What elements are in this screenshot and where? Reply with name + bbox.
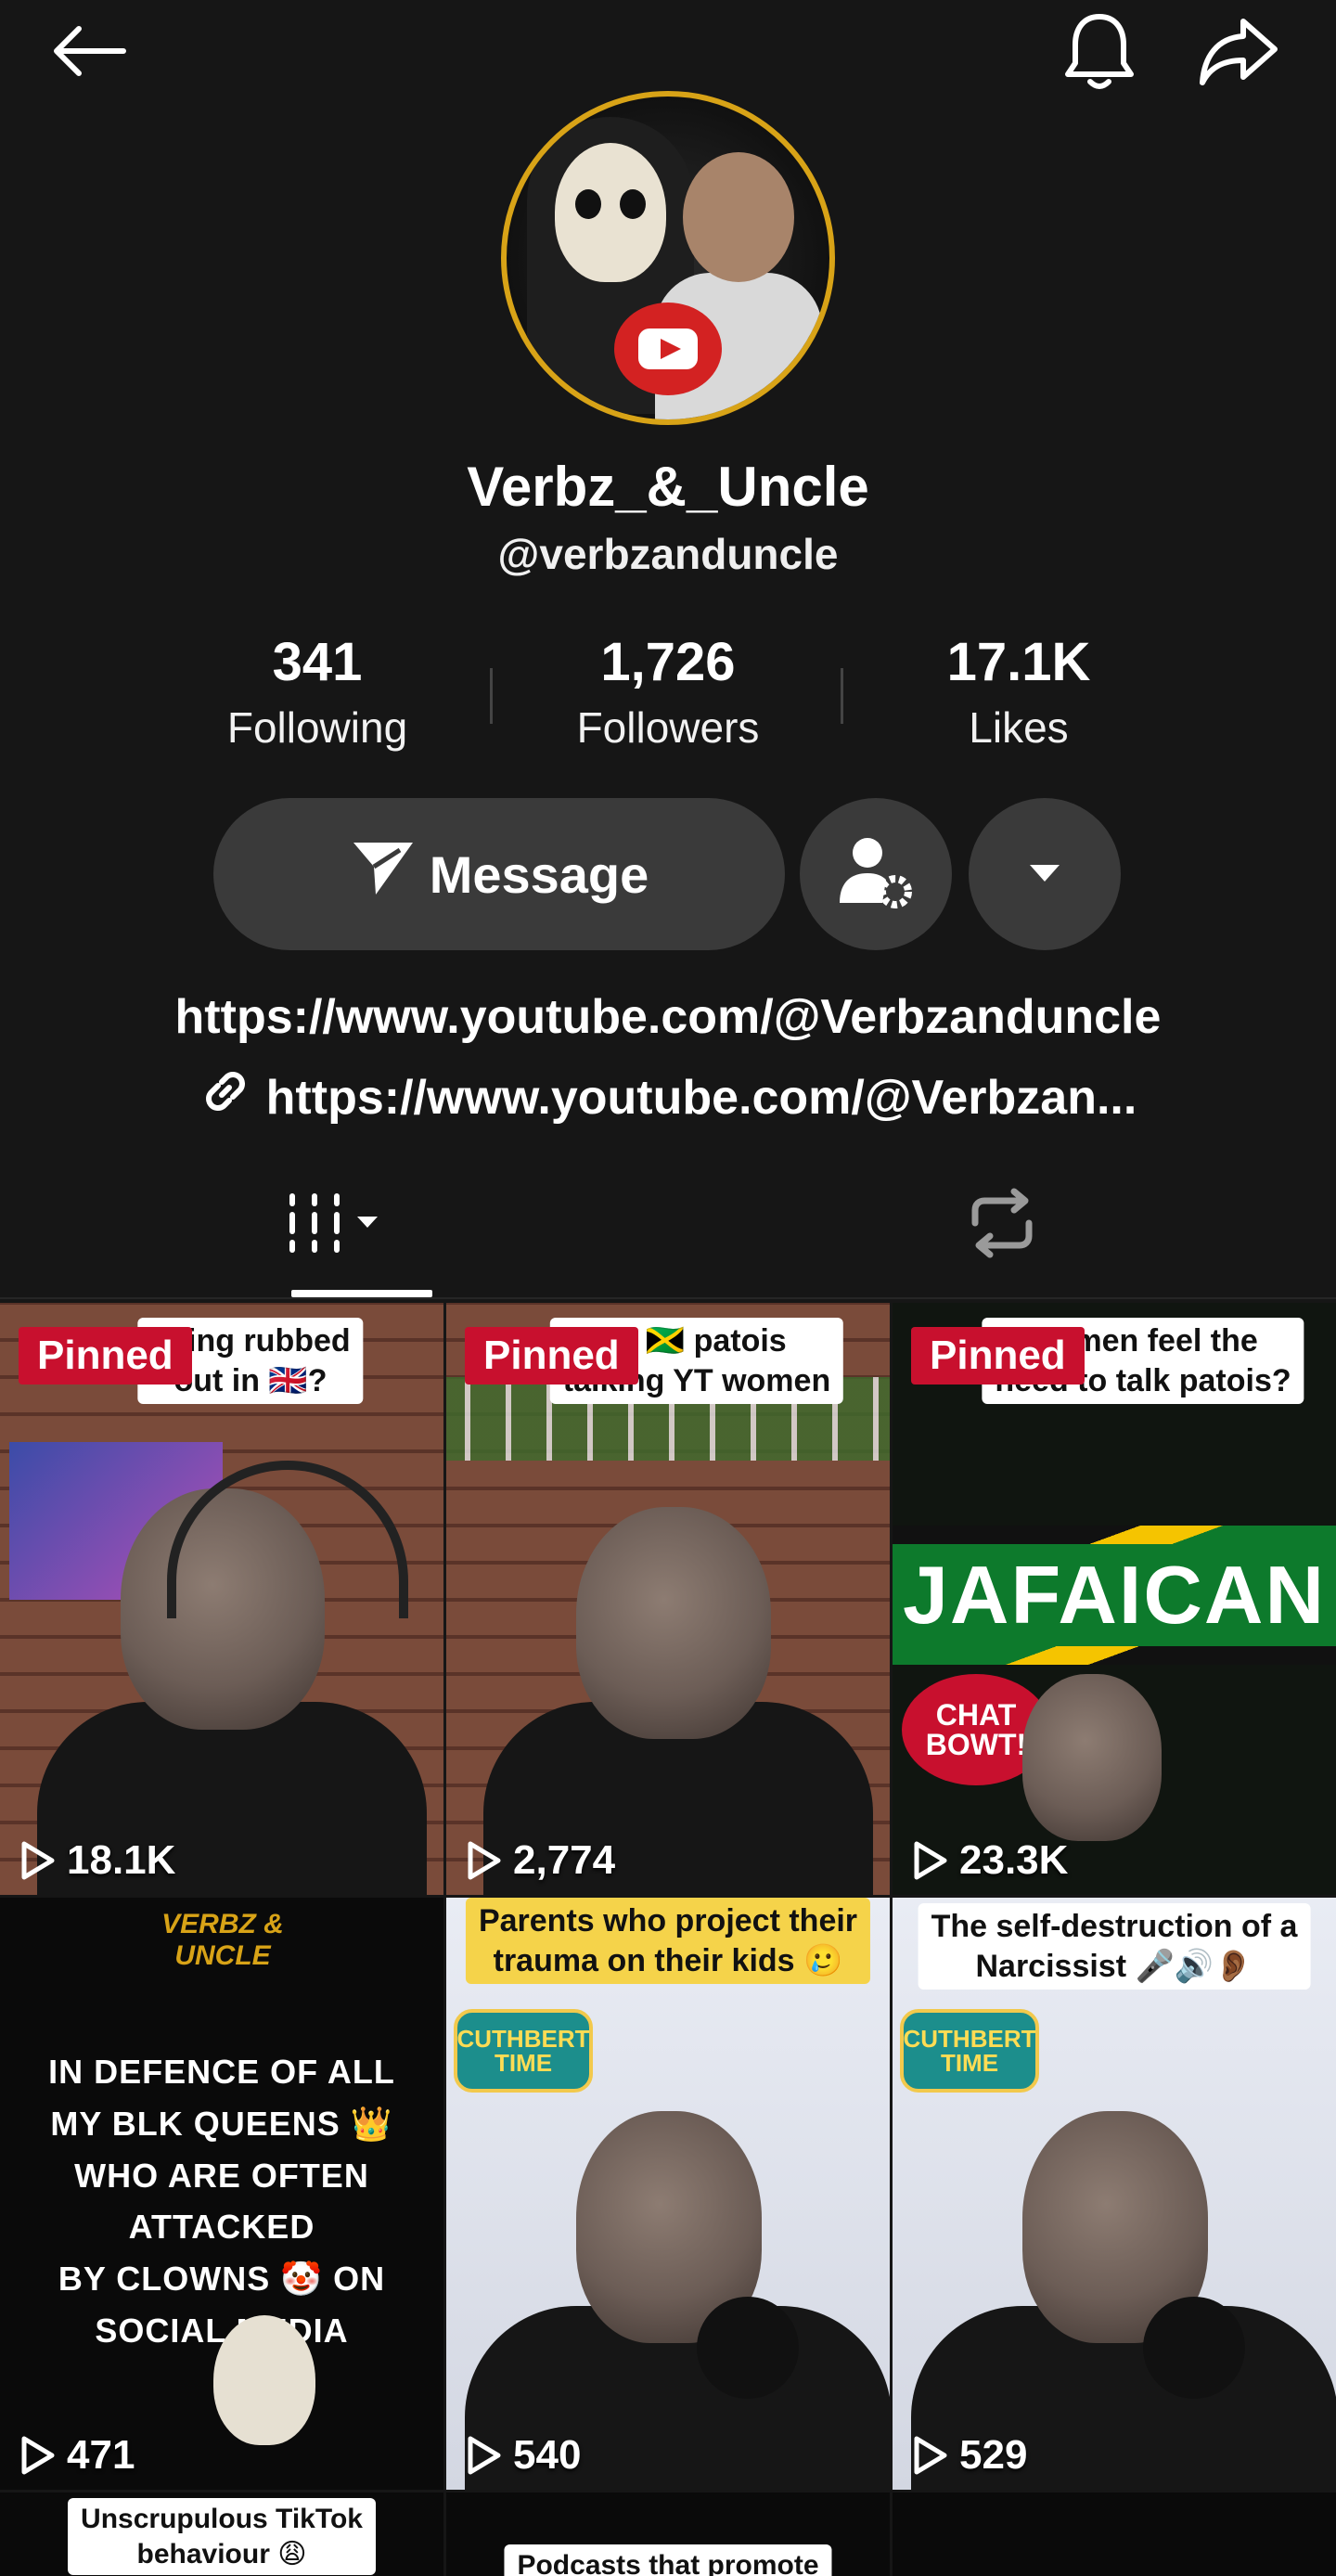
video-thumbnail[interactable]: CUTHBERT TIME Parents who project their t… bbox=[446, 1898, 890, 2490]
stat-likes[interactable]: 17.1K Likes bbox=[880, 631, 1158, 753]
video-thumbnail[interactable]: Podcasts that promote bbox=[446, 2492, 890, 2576]
video-thumbnail[interactable]: VERBZ & UNCLE IN DEFENCE OF ALL MY BLK Q… bbox=[0, 1898, 443, 2490]
message-label: Message bbox=[429, 844, 649, 904]
bio-link[interactable]: https://www.youtube.com/@Verbzan... bbox=[0, 1065, 1336, 1129]
video-caption: IN DEFENCE OF ALL MY BLK QUEENS 👑 WHO AR… bbox=[48, 2053, 395, 2350]
top-bar bbox=[0, 0, 1336, 102]
video-thumbnail[interactable]: CUTHBERT TIME The self-destruction of aN… bbox=[893, 1898, 1336, 2490]
video-thumbnail[interactable] bbox=[893, 2492, 1336, 2576]
likes-count: 17.1K bbox=[946, 632, 1091, 692]
share-icon[interactable] bbox=[1197, 9, 1280, 93]
user-settings-icon bbox=[836, 832, 916, 917]
view-count: 2,774 bbox=[465, 1837, 615, 1884]
repost-icon bbox=[962, 1186, 1042, 1265]
followers-count: 1,726 bbox=[600, 632, 736, 692]
play-icon bbox=[468, 2436, 501, 2475]
likes-label: Likes bbox=[969, 703, 1069, 752]
video-caption: Unscrupulous TikTok behaviour 😩 bbox=[68, 2498, 376, 2575]
profile-stats: 341 Following 1,726 Followers 17.1K Like… bbox=[0, 631, 1336, 761]
view-count: 18.1K bbox=[19, 1837, 175, 1884]
message-button[interactable]: Message bbox=[213, 798, 785, 950]
stat-divider bbox=[841, 668, 843, 724]
username-handle: @verbzanduncle bbox=[497, 530, 839, 578]
video-thumbnail[interactable]: JAFAICAN CHAT BOWT! an men feel the need … bbox=[893, 1303, 1336, 1895]
send-icon bbox=[350, 839, 417, 910]
stat-followers[interactable]: 1,726 Followers bbox=[529, 631, 807, 753]
active-tab-indicator bbox=[291, 1290, 432, 1297]
video-caption: Parents who project their trauma on their… bbox=[465, 1898, 871, 1984]
avatar[interactable] bbox=[501, 91, 835, 425]
video-thumbnail[interactable]: th 🇯🇲 patois talking YT women Pinned 2,77… bbox=[446, 1303, 890, 1895]
play-icon bbox=[914, 1841, 947, 1880]
stat-divider bbox=[490, 668, 493, 724]
view-count: 540 bbox=[465, 2432, 581, 2479]
view-count: 529 bbox=[911, 2432, 1027, 2479]
following-count: 341 bbox=[272, 632, 363, 692]
followers-label: Followers bbox=[576, 703, 760, 752]
bio-link-text: https://www.youtube.com/@Verbzan... bbox=[265, 1070, 1137, 1125]
bell-icon[interactable] bbox=[1058, 9, 1141, 93]
youtube-logo-icon bbox=[614, 303, 722, 395]
pinned-badge: Pinned bbox=[19, 1327, 192, 1385]
view-count: 471 bbox=[19, 2432, 135, 2479]
cuthbert-time-logo: CUTHBERT TIME bbox=[900, 2009, 1039, 2093]
cuthbert-time-logo: CUTHBERT TIME bbox=[454, 2009, 593, 2093]
play-icon bbox=[21, 2436, 55, 2475]
stat-following[interactable]: 341 Following bbox=[178, 631, 456, 753]
play-icon bbox=[914, 2436, 947, 2475]
caret-down-icon bbox=[1026, 861, 1063, 888]
pinned-badge: Pinned bbox=[465, 1327, 638, 1385]
content-tabs bbox=[0, 1151, 1336, 1299]
video-caption: The self-destruction of a Narcissist 🎤🔊👂🏾 bbox=[918, 1903, 1311, 1990]
play-icon bbox=[21, 1841, 55, 1880]
brand-text: VERBZ & UNCLE bbox=[161, 1909, 284, 1971]
view-count: 23.3K bbox=[911, 1837, 1068, 1884]
video-thumbnail[interactable]: Unscrupulous TikTok behaviour 😩 bbox=[0, 2492, 443, 2576]
tab-reposts[interactable] bbox=[668, 1151, 1336, 1299]
more-options-button[interactable] bbox=[969, 798, 1121, 950]
friend-settings-button[interactable] bbox=[800, 798, 952, 950]
profile-actions: Message bbox=[0, 798, 1336, 950]
video-caption: Podcasts that promote bbox=[504, 2544, 832, 2576]
back-arrow-icon[interactable] bbox=[46, 9, 130, 93]
pinned-badge: Pinned bbox=[911, 1327, 1085, 1385]
video-overlay-title: JAFAICAN bbox=[893, 1544, 1336, 1646]
bio-text: https://www.youtube.com/@Verbzanduncle bbox=[174, 990, 1162, 1044]
play-icon bbox=[468, 1841, 501, 1880]
display-name: Verbz_&_Uncle bbox=[467, 456, 869, 518]
grid-icon bbox=[283, 1191, 385, 1260]
link-icon bbox=[199, 1065, 251, 1129]
video-thumbnail[interactable]: being rubbed out in 🇬🇧? Pinned 18.1K bbox=[0, 1303, 443, 1895]
profile-page: Verbz_&_Uncle @verbzanduncle 341 Followi… bbox=[0, 0, 1336, 2576]
tab-videos[interactable] bbox=[0, 1151, 668, 1299]
video-grid: being rubbed out in 🇬🇧? Pinned 18.1K th 🇯… bbox=[0, 1303, 1336, 2576]
following-label: Following bbox=[226, 703, 408, 752]
